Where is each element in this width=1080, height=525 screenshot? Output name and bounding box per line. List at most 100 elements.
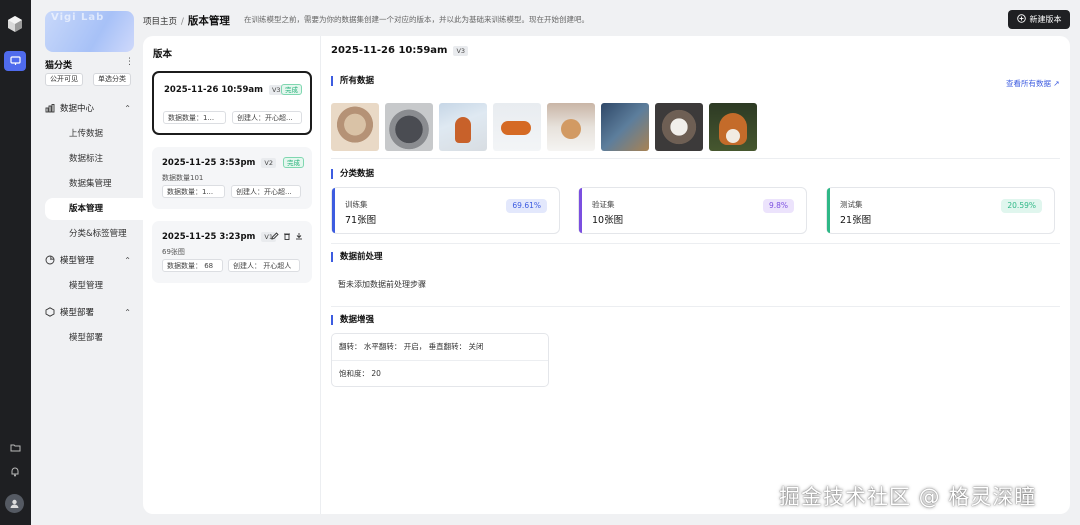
chevron-up-icon: ⌃ xyxy=(124,307,131,317)
nav-item-model[interactable]: 模型管理 xyxy=(45,275,143,297)
version-list-heading: 版本 xyxy=(153,49,173,60)
split-color-bar xyxy=(579,188,582,233)
nav-group-label: 模型管理 xyxy=(60,256,95,266)
cube-icon xyxy=(45,255,55,265)
version-datetime: 2025-11-25 3:53pm xyxy=(162,158,256,168)
image-thumbnail[interactable] xyxy=(385,103,433,151)
image-thumbnail[interactable] xyxy=(331,103,379,151)
version-subtitle: 数据数量101 xyxy=(162,174,204,182)
version-list-panel: 版本 2025-11-26 10:59am V3 完成 数据数量：1... 创建人… xyxy=(143,36,321,514)
new-version-label: 新建版本 xyxy=(1029,15,1062,24)
nav-item-upload[interactable]: 上传数据 xyxy=(45,123,143,145)
nav-item-classes[interactable]: 分类&标签管理 xyxy=(45,223,143,245)
image-thumbnail[interactable] xyxy=(601,103,649,151)
hexagon-icon xyxy=(45,307,55,317)
all-data-heading: 所有数据 xyxy=(331,76,374,86)
version-detail-panel: 2025-11-26 10:59am V3 所有数据 查看所有数据 ↗ 分类数据 … xyxy=(321,36,1070,514)
split-count: 21张图 xyxy=(840,215,872,226)
split-name: 验证集 xyxy=(592,200,615,209)
download-icon[interactable] xyxy=(295,232,303,243)
version-datetime: 2025-11-25 3:23pm xyxy=(162,232,256,242)
image-thumbnail[interactable] xyxy=(493,103,541,151)
version-datetime: 2025-11-26 10:59am xyxy=(164,85,263,95)
nav-group-label: 模型部署 xyxy=(60,308,95,318)
visibility-tag: 公开可见 xyxy=(45,73,83,86)
split-percent: 69.61% xyxy=(506,199,547,213)
nav-item-deploy[interactable]: 模型部署 xyxy=(45,327,143,349)
more-icon[interactable]: ⋮ xyxy=(125,57,134,67)
user-avatar[interactable] xyxy=(5,494,24,513)
project-banner: Vigi Lab xyxy=(45,11,134,52)
project-name: 猫分类 xyxy=(45,61,73,71)
section-divider xyxy=(331,158,1060,159)
split-name: 训练集 xyxy=(345,200,368,209)
data-count-chip: 数据数量： 68 xyxy=(162,259,223,272)
creator-chip: 创建人： 开心超人 xyxy=(228,259,300,272)
breadcrumb-separator: / xyxy=(181,17,184,27)
image-thumbnail[interactable] xyxy=(709,103,757,151)
status-badge: 完成 xyxy=(283,157,304,168)
preprocess-empty-text: 暂未添加数据前处理步骤 xyxy=(338,280,426,289)
monitor-icon[interactable] xyxy=(4,51,26,71)
main-panel: 版本 2025-11-26 10:59am V3 完成 数据数量：1... 创建人… xyxy=(143,36,1070,514)
image-thumbnail[interactable] xyxy=(547,103,595,151)
nav-item-version[interactable]: 版本管理 xyxy=(45,198,143,220)
nav-item-dataset[interactable]: 数据集管理 xyxy=(45,173,143,195)
breadcrumb-home[interactable]: 项目主页 xyxy=(143,17,177,27)
banner-logo-text: Vigi Lab xyxy=(51,12,105,23)
creator-chip: 创建人：开心超... xyxy=(232,111,302,124)
chevron-up-icon: ⌃ xyxy=(124,255,131,265)
data-count-chip: 数据数量：1... xyxy=(163,111,226,124)
augment-row: 翻转： 水平翻转： 开启， 垂直翻转： 关闭 xyxy=(339,342,484,351)
augment-row: 饱和度： 20 xyxy=(332,360,548,386)
split-card-val: 验证集 10张图 9.8% xyxy=(578,187,807,234)
view-all-link[interactable]: 查看所有数据 ↗ xyxy=(1006,78,1060,89)
chevron-up-icon: ⌃ xyxy=(124,103,131,113)
augment-heading: 数据增强 xyxy=(331,315,374,325)
split-percent: 20.59% xyxy=(1001,199,1042,213)
data-count-chip: 数据数量：1... xyxy=(162,185,225,198)
delete-icon[interactable] xyxy=(283,232,291,243)
split-card-train: 训练集 71张图 69.61% xyxy=(331,187,560,234)
nav-group-model[interactable]: 模型管理 ⌃ xyxy=(45,253,131,267)
detail-title: 2025-11-26 10:59am xyxy=(331,45,448,56)
augment-table: 翻转： 水平翻转： 开启， 垂直翻转： 关闭 饱和度： 20 xyxy=(331,333,549,387)
nav-group-label: 数据中心 xyxy=(60,104,95,114)
app-logo-icon[interactable] xyxy=(7,15,23,33)
page-hint: 在训练模型之前，需要为你的数据集创建一个对应的版本，并以此为基础来训练模型。现在… xyxy=(244,15,589,24)
split-color-bar xyxy=(827,188,830,233)
section-divider xyxy=(331,243,1060,244)
split-count: 71张图 xyxy=(345,215,377,226)
version-card-v3[interactable]: 2025-11-26 10:59am V3 完成 数据数量：1... 创建人：开心… xyxy=(152,71,312,135)
split-color-bar xyxy=(332,188,335,233)
status-badge: 完成 xyxy=(281,84,302,95)
project-sidebar: Vigi Lab 猫分类 ⋮ 公开可见 单选分类 数据中心 ⌃ 上传数据 数据标… xyxy=(31,0,143,525)
split-name: 测试集 xyxy=(840,200,863,209)
split-percent: 9.8% xyxy=(762,199,794,213)
nav-group-deploy[interactable]: 模型部署 ⌃ xyxy=(45,305,131,319)
image-strip xyxy=(331,103,757,151)
version-actions xyxy=(271,232,303,243)
preprocess-heading: 数据前处理 xyxy=(331,252,383,262)
new-version-button[interactable]: 新建版本 xyxy=(1008,10,1070,29)
version-card-v1[interactable]: 2025-11-25 3:23pm V1 69张图 数据数量： 68 创建人： 开… xyxy=(152,221,312,283)
nav-group-data-center[interactable]: 数据中心 ⌃ xyxy=(45,101,131,115)
edit-icon[interactable] xyxy=(271,232,279,243)
split-card-test: 测试集 21张图 20.59% xyxy=(826,187,1055,234)
breadcrumb: 项目主页 / 版本管理 xyxy=(143,13,230,28)
bell-icon[interactable] xyxy=(9,465,21,477)
version-subtitle: 69张图 xyxy=(162,248,185,256)
image-thumbnail[interactable] xyxy=(655,103,703,151)
nav-item-labeling[interactable]: 数据标注 xyxy=(45,148,143,170)
folder-icon[interactable] xyxy=(9,441,21,453)
version-tag: V2 xyxy=(261,158,277,168)
image-thumbnail[interactable] xyxy=(439,103,487,151)
creator-chip: 创建人：开心超... xyxy=(231,185,301,198)
plus-circle-icon xyxy=(1016,14,1026,25)
task-type-tag: 单选分类 xyxy=(93,73,131,86)
version-card-v2[interactable]: 2025-11-25 3:53pm V2 完成 数据数量101 数据数量：1...… xyxy=(152,147,312,209)
section-divider xyxy=(331,306,1060,307)
split-heading: 分类数据 xyxy=(331,169,374,179)
page-title: 版本管理 xyxy=(187,15,230,27)
split-count: 10张图 xyxy=(592,215,624,226)
